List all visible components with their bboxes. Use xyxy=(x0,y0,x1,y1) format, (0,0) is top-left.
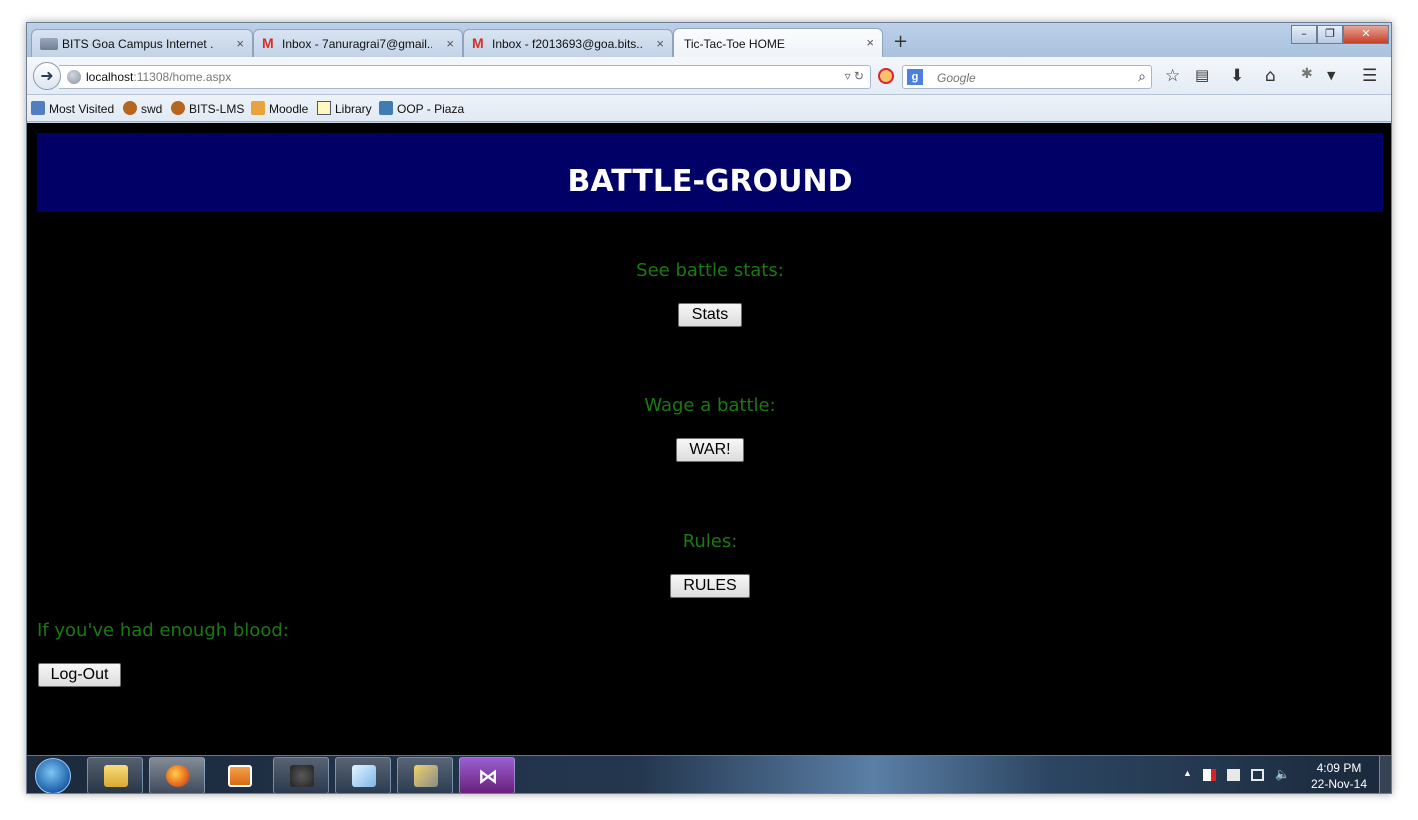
search-input[interactable] xyxy=(937,71,1127,85)
search-box[interactable]: g ⌕ xyxy=(902,65,1152,89)
reload-icon[interactable]: ▿ ↻ xyxy=(845,69,864,83)
bookmark-most-visited[interactable]: Most Visited xyxy=(31,101,114,116)
tools-icon xyxy=(414,765,438,787)
restore-button[interactable]: ❐ xyxy=(1317,25,1343,44)
system-tray: ▲ 🔈 4:09 PM 22-Nov-14 xyxy=(1173,756,1391,793)
tab-strip: BITS Goa Campus Internet ... × M Inbox -… xyxy=(27,23,1391,58)
stats-button[interactable]: Stats xyxy=(678,303,742,327)
close-window-button[interactable]: ✕ xyxy=(1343,25,1389,44)
addon-icon[interactable]: ✱ xyxy=(1301,66,1313,82)
lion-icon xyxy=(171,101,185,115)
lion-icon xyxy=(123,101,137,115)
new-tab-button[interactable]: + xyxy=(893,31,908,52)
gmail-icon: M xyxy=(472,35,484,51)
tab-label: BITS Goa Campus Internet ... xyxy=(62,37,214,51)
rules-label: Rules: xyxy=(682,531,738,552)
taskbar-tools[interactable] xyxy=(397,757,453,793)
show-desktop-button[interactable] xyxy=(1379,756,1391,793)
taskbar-media-player[interactable] xyxy=(211,757,267,793)
tab-label: Tic-Tac-Toe HOME xyxy=(684,37,785,51)
taskbar-app-dark[interactable] xyxy=(273,757,329,793)
tab-bits-internet[interactable]: BITS Goa Campus Internet ... × xyxy=(31,29,253,57)
tab-tictactoe-home[interactable]: Tic-Tac-Toe HOME × xyxy=(673,28,883,58)
download-icon[interactable]: ⬇ xyxy=(1230,66,1244,86)
clock-time: 4:09 PM xyxy=(1316,761,1362,775)
network-icon[interactable] xyxy=(1251,769,1264,781)
taskbar: ⋈ ▲ 🔈 4:09 PM 22-Nov-14 xyxy=(27,755,1391,793)
taskbar-notepad[interactable] xyxy=(335,757,391,793)
window-controls: – ❐ ✕ xyxy=(1291,25,1389,45)
bookmark-star-icon[interactable]: ☆ xyxy=(1165,66,1180,86)
bookmark-swd[interactable]: swd xyxy=(123,101,162,116)
tray-expand-icon[interactable]: ▲ xyxy=(1183,768,1196,780)
bookmarks-toolbar: Most Visited swd BITS-LMS Moodle Library… xyxy=(27,95,1391,122)
library-icon xyxy=(317,101,331,115)
banner: BATTLE-GROUND xyxy=(37,133,1383,212)
moodle-icon xyxy=(251,101,265,115)
close-icon[interactable]: × xyxy=(236,36,244,51)
back-arrow-icon: ➜ xyxy=(40,66,54,85)
tab-gmail-2[interactable]: M Inbox - f2013693@goa.bits... × xyxy=(463,29,673,57)
firefox-icon xyxy=(166,765,190,787)
home-icon[interactable]: ⌂ xyxy=(1265,66,1276,86)
close-icon[interactable]: × xyxy=(866,35,874,50)
reading-list-icon[interactable]: ▤ xyxy=(1195,66,1209,84)
tab-label: Inbox - 7anuragrai7@gmail... xyxy=(282,37,432,51)
notepad-icon xyxy=(352,765,376,787)
rules-button[interactable]: RULES xyxy=(670,574,750,598)
war-label: Wage a battle: xyxy=(644,395,776,416)
close-icon[interactable]: × xyxy=(446,36,454,51)
page-content: BATTLE-GROUND See battle stats: Stats Wa… xyxy=(27,123,1391,755)
bookmark-moodle[interactable]: Moodle xyxy=(251,101,308,116)
bookmark-bits-lms[interactable]: BITS-LMS xyxy=(171,101,244,116)
close-icon[interactable]: × xyxy=(656,36,664,51)
folder-icon xyxy=(104,765,128,787)
media-player-icon xyxy=(228,765,252,787)
logout-button[interactable]: Log-Out xyxy=(38,663,121,687)
globe-icon xyxy=(67,70,81,84)
page-title: BATTLE-GROUND xyxy=(567,164,853,199)
bookmark-library[interactable]: Library xyxy=(317,101,372,116)
google-icon[interactable]: g xyxy=(907,69,923,85)
minimize-button[interactable]: – xyxy=(1291,25,1317,44)
tab-gmail-1[interactable]: M Inbox - 7anuragrai7@gmail... × xyxy=(253,29,463,57)
taskbar-firefox[interactable] xyxy=(149,757,205,793)
browser-window: BITS Goa Campus Internet ... × M Inbox -… xyxy=(26,22,1392,794)
visual-studio-icon: ⋈ xyxy=(478,764,498,788)
clock-date: 22-Nov-14 xyxy=(1310,777,1367,791)
menu-icon[interactable]: ☰ xyxy=(1362,66,1377,86)
url-text: localhost:11308/home.aspx xyxy=(86,70,232,84)
taskbar-visual-studio[interactable]: ⋈ xyxy=(459,757,515,793)
piazza-icon xyxy=(379,101,393,115)
search-icon[interactable]: ⌕ xyxy=(1138,68,1146,85)
navigation-bar: localhost:11308/home.aspx ▿ ↻ ➜ g ⌕ ☆ ▤ … xyxy=(27,57,1391,95)
address-bar[interactable]: localhost:11308/home.aspx ▿ ↻ xyxy=(59,65,871,89)
bookmark-oop-piaza[interactable]: OOP - Piaza xyxy=(379,101,464,116)
stats-label: See battle stats: xyxy=(636,260,784,281)
flame-icon xyxy=(290,765,314,787)
windows-start-button[interactable] xyxy=(35,758,71,793)
action-center-icon[interactable] xyxy=(1203,769,1216,781)
back-button[interactable]: ➜ xyxy=(33,62,61,90)
gmail-icon: M xyxy=(262,35,274,51)
volume-icon[interactable]: 🔈 xyxy=(1275,767,1290,781)
most-visited-icon xyxy=(31,101,45,115)
noscript-icon[interactable] xyxy=(878,68,894,84)
tab-label: Inbox - f2013693@goa.bits... xyxy=(492,37,642,51)
war-button[interactable]: WAR! xyxy=(676,438,744,462)
power-icon[interactable] xyxy=(1227,769,1240,781)
network-icon xyxy=(40,38,58,50)
taskbar-explorer[interactable] xyxy=(87,757,143,793)
logout-label: If you've had enough blood: xyxy=(37,620,289,641)
clock[interactable]: 4:09 PM 22-Nov-14 xyxy=(1311,760,1367,792)
chevron-down-icon[interactable]: ▼ xyxy=(1327,69,1335,82)
